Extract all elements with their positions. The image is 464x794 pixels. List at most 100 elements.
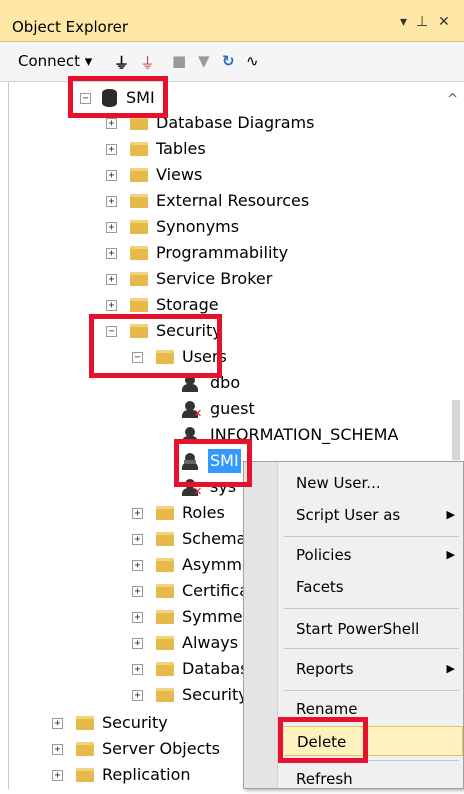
folder-icon (130, 272, 148, 286)
folder-icon (156, 610, 174, 624)
tree-node-label: Service Broker (156, 269, 273, 288)
menu-item-reports[interactable]: Reports ▶ (278, 654, 463, 684)
folder-icon (130, 246, 148, 260)
folder-icon (130, 142, 148, 156)
menu-item-policies[interactable]: Policies ▶ (278, 540, 463, 570)
tree-node-label: Synonyms (156, 217, 240, 236)
expand-icon[interactable]: + (132, 612, 143, 623)
folder-icon (156, 636, 174, 650)
tree-node-label: Schemas (182, 529, 243, 548)
submenu-arrow-icon: ▶ (446, 508, 455, 521)
tree-node-folder[interactable]: + Server Objects (0, 737, 243, 761)
disconnect-icon[interactable]: ⏚ (140, 52, 155, 73)
folder-icon (156, 688, 174, 702)
expand-icon[interactable]: + (132, 664, 143, 675)
tree-node-label: Certificates (182, 581, 243, 600)
menu-separator (284, 608, 459, 609)
expand-icon[interactable]: + (132, 690, 143, 701)
tree-node-folder[interactable]: + Views (0, 163, 330, 187)
scrollbar-thumb[interactable] (452, 400, 460, 460)
tree-node-label: Asymmetric Keys (182, 555, 243, 574)
expand-icon[interactable]: + (132, 638, 143, 649)
window-title: Object Explorer (12, 18, 129, 36)
expand-icon[interactable]: + (132, 534, 143, 545)
folder-icon (130, 168, 148, 182)
dropdown-arrow-icon[interactable]: ▾ (400, 14, 407, 30)
tree-node-folder[interactable]: + Certificates (0, 579, 243, 603)
expand-icon[interactable]: + (106, 118, 117, 129)
refresh-icon[interactable]: ↻ (222, 52, 235, 70)
expand-icon[interactable]: + (132, 508, 143, 519)
menu-item-facets[interactable]: Facets (278, 572, 463, 602)
menu-item-refresh[interactable]: Refresh (278, 764, 463, 794)
submenu-arrow-icon: ▶ (446, 548, 455, 561)
connect-plug-icon[interactable]: ⏚ (114, 52, 129, 73)
submenu-arrow-icon: ▶ (446, 662, 455, 675)
tree-node-label: Server Objects (102, 739, 220, 758)
expand-icon[interactable]: + (106, 274, 117, 285)
expand-icon[interactable]: + (106, 196, 117, 207)
expand-icon[interactable]: + (132, 560, 143, 571)
scroll-up-icon[interactable]: ^ (447, 92, 458, 107)
callout-highlight-delete (278, 717, 368, 763)
menu-separator (284, 648, 459, 649)
tree-node-folder[interactable]: + Synonyms (0, 215, 330, 239)
folder-icon (130, 116, 148, 130)
menu-item-new-user[interactable]: New User... (278, 468, 463, 498)
object-explorer-title-bar: Object Explorer ▾ ⊥ ✕ (0, 0, 464, 42)
tree-node-label: Roles (182, 503, 225, 522)
tree-node-folder[interactable]: + External Resources (0, 189, 330, 213)
folder-icon (156, 532, 174, 546)
expand-icon[interactable]: + (106, 170, 117, 181)
folder-icon (156, 662, 174, 676)
tree-node-label: Security Policies (182, 685, 243, 704)
expand-icon[interactable]: + (132, 586, 143, 597)
stop-icon: ■ (172, 52, 187, 70)
tree-node-folder[interactable]: + Asymmetric Keys (0, 553, 243, 577)
expand-icon[interactable]: + (106, 144, 117, 155)
pin-icon[interactable]: ⊥ (416, 14, 428, 30)
folder-icon (130, 298, 148, 312)
menu-item-label: Refresh (296, 770, 353, 788)
tree-node-label: Always Encrypted Keys (182, 633, 243, 652)
activity-monitor-icon[interactable]: ∿ (246, 52, 259, 70)
tree-node-folder[interactable]: + Security (0, 711, 243, 735)
tree-node-folder[interactable]: + Database Audit Specifications (0, 657, 243, 681)
tree-node-folder[interactable]: + Replication (0, 763, 243, 787)
expand-icon[interactable]: + (52, 770, 63, 781)
menu-separator (284, 536, 459, 537)
callout-highlight-security-users (89, 314, 222, 378)
menu-item-label: Reports (296, 660, 354, 678)
tree-node-label: guest (210, 399, 255, 418)
menu-item-label: Script User as (296, 506, 401, 524)
tree-node-folder[interactable]: + Schemas (0, 527, 243, 551)
folder-icon (76, 742, 94, 756)
menu-item-script-user-as[interactable]: Script User as ▶ (278, 500, 463, 530)
connect-button[interactable]: Connect ▾ (18, 52, 92, 70)
menu-item-start-powershell[interactable]: Start PowerShell (278, 614, 463, 644)
tree-node-folder[interactable]: + Symmetric Keys (0, 605, 243, 629)
tree-node-folder[interactable]: + Programmability (0, 241, 330, 265)
expand-icon[interactable]: + (52, 718, 63, 729)
menu-item-label: Start PowerShell (296, 620, 420, 638)
tree-node-label: Tables (156, 139, 206, 158)
expand-icon[interactable]: + (106, 222, 117, 233)
tree-node-folder[interactable]: + Always Encrypted Keys (0, 631, 243, 655)
expand-icon[interactable]: + (106, 248, 117, 259)
disabled-user-icon: ✕ (182, 401, 202, 419)
tree-node-folder[interactable]: + Tables (0, 137, 330, 161)
menu-item-label: Rename (296, 700, 358, 718)
expand-icon[interactable]: + (52, 744, 63, 755)
tree-node-label: Replication (102, 765, 191, 784)
folder-icon (130, 194, 148, 208)
tree-node-user[interactable]: ✕ guest (0, 397, 330, 421)
tree-node-folder[interactable]: + Security Policies (0, 683, 243, 707)
tree-node-label: Programmability (156, 243, 289, 262)
folder-icon (76, 716, 94, 730)
close-icon[interactable]: ✕ (438, 14, 450, 30)
folder-icon (156, 506, 174, 520)
expand-icon[interactable]: + (106, 300, 117, 311)
tree-node-label: Symmetric Keys (182, 607, 243, 626)
tree-node-folder[interactable]: + Service Broker (0, 267, 330, 291)
tree-node-folder[interactable]: + Roles (0, 501, 243, 525)
